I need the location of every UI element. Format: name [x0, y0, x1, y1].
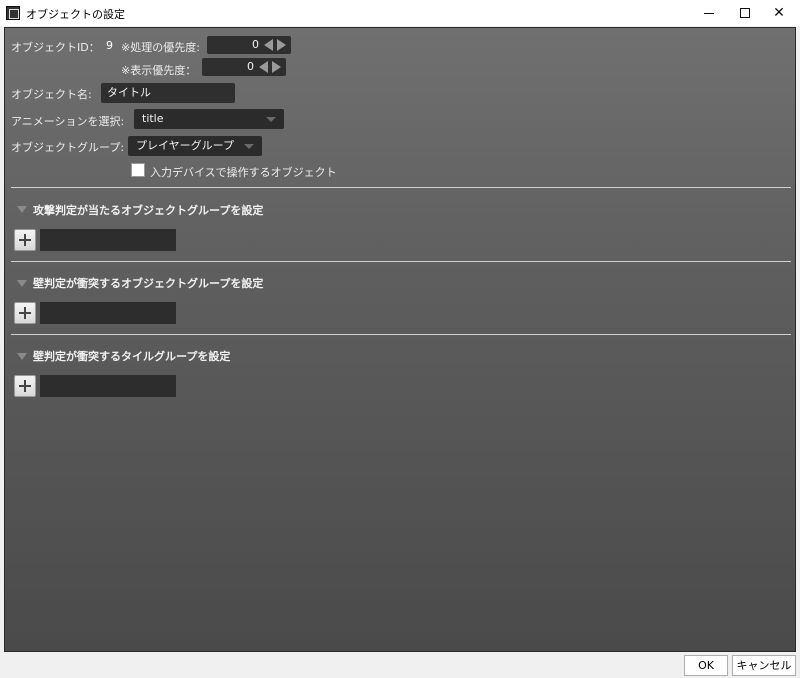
- object-name-label: オブジェクト名:: [11, 88, 92, 101]
- window-title: オブジェクトの設定: [26, 8, 125, 21]
- animation-value: title: [142, 112, 164, 125]
- add-group-button[interactable]: [14, 229, 36, 251]
- group-list-field[interactable]: [40, 302, 176, 324]
- divider: [11, 261, 791, 262]
- attack-group-section-title: 攻撃判定が当たるオブジェクトグループを設定: [33, 204, 264, 217]
- object-name-input[interactable]: タイトル: [101, 83, 235, 103]
- settings-panel: オブジェクトID： 9 ※処理の優先度: 0 ※表示優先度： 0 オブジェクト名…: [4, 27, 796, 652]
- display-priority-label: ※表示優先度：: [121, 64, 197, 77]
- object-group-value: プレイヤーグループ: [136, 139, 235, 152]
- minimize-icon: [704, 12, 714, 14]
- divider: [11, 187, 791, 188]
- group-list-field[interactable]: [40, 375, 176, 397]
- object-id-label: オブジェクトID：: [11, 41, 100, 54]
- add-group-button[interactable]: [14, 375, 36, 397]
- group-list-field[interactable]: [40, 229, 176, 251]
- maximize-icon: [740, 8, 750, 18]
- decrement-icon[interactable]: [259, 61, 268, 73]
- film-icon: [6, 6, 20, 20]
- collapse-triangle-icon[interactable]: [17, 280, 27, 287]
- animation-select[interactable]: title: [134, 109, 284, 129]
- chevron-down-icon: [244, 144, 254, 149]
- object-group-select[interactable]: プレイヤーグループ: [128, 136, 262, 156]
- display-priority-stepper[interactable]: 0: [202, 58, 286, 76]
- process-priority-value: 0: [252, 38, 259, 51]
- ok-button[interactable]: OK: [684, 655, 728, 676]
- input-device-label: 入力デバイスで操作するオブジェクト: [150, 166, 337, 179]
- title-bar: オブジェクトの設定 ✕: [0, 0, 800, 26]
- object-group-label: オブジェクトグループ:: [11, 141, 125, 154]
- display-priority-value: 0: [247, 60, 254, 73]
- collapse-triangle-icon[interactable]: [17, 353, 27, 360]
- process-priority-label: ※処理の優先度:: [121, 41, 200, 54]
- object-id-value: 9: [106, 39, 113, 52]
- increment-icon[interactable]: [272, 61, 281, 73]
- decrement-icon[interactable]: [264, 39, 273, 51]
- chevron-down-icon: [266, 117, 276, 122]
- animation-label: アニメーションを選択:: [11, 115, 125, 128]
- cancel-button[interactable]: キャンセル: [732, 655, 796, 676]
- tile-group-section-title: 壁判定が衝突するタイルグループを設定: [33, 350, 231, 363]
- divider: [11, 334, 791, 335]
- add-group-button[interactable]: [14, 302, 36, 324]
- collapse-triangle-icon[interactable]: [17, 206, 27, 213]
- close-button[interactable]: ✕: [756, 0, 800, 26]
- increment-icon[interactable]: [277, 39, 286, 51]
- process-priority-stepper[interactable]: 0: [207, 36, 291, 54]
- wall-group-section-title: 壁判定が衝突するオブジェクトグループを設定: [33, 277, 264, 290]
- input-device-checkbox[interactable]: [131, 163, 145, 177]
- close-icon: ✕: [773, 5, 785, 21]
